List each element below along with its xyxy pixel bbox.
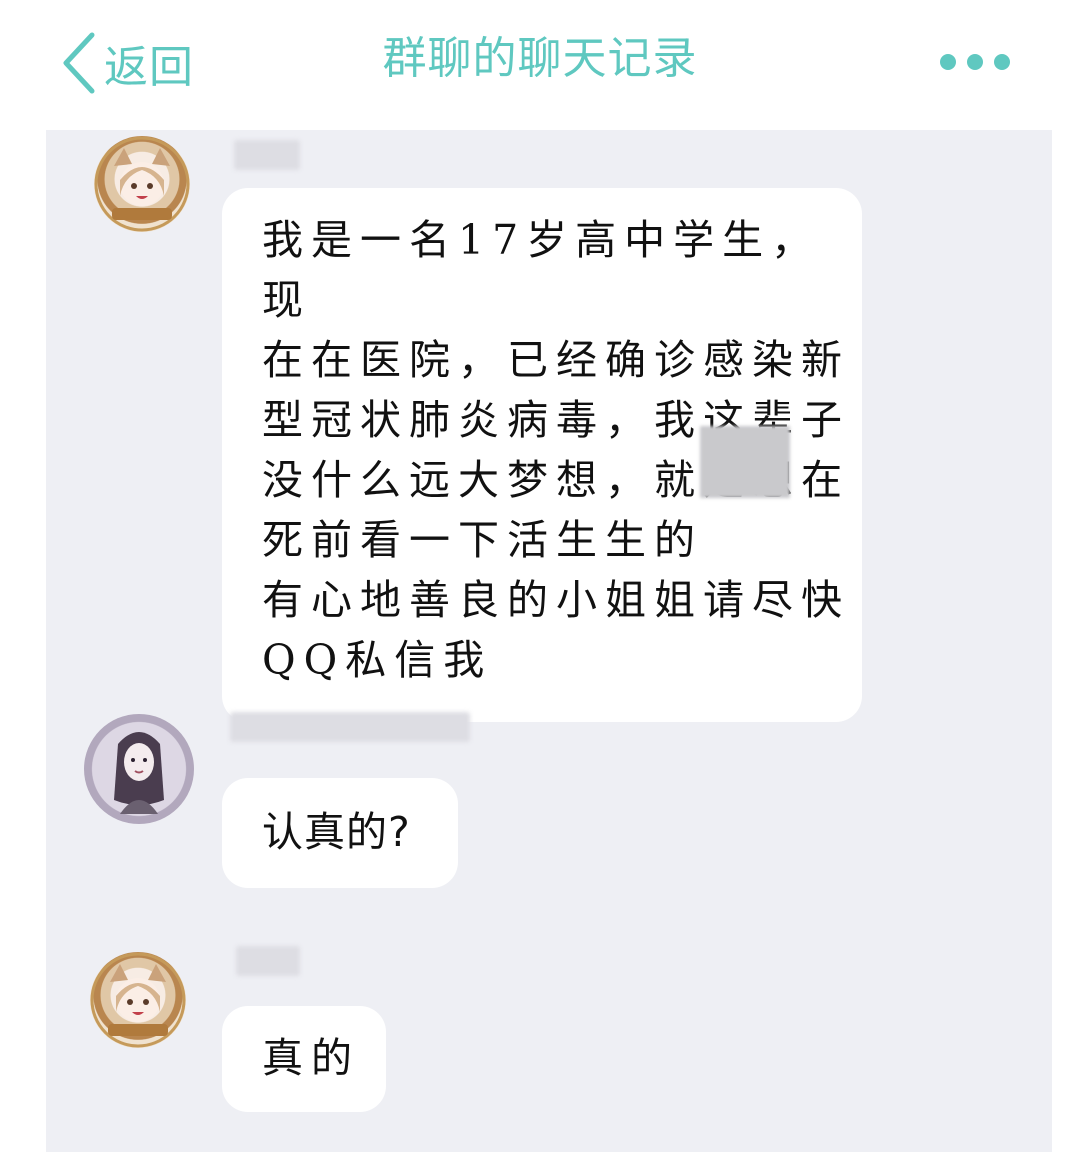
message-bubble[interactable]: 认真的? [222,778,458,888]
chat-message-list[interactable]: 我是一名17岁高中学生，现 在在医院，已经确诊感染新 型冠状肺炎病毒，我这辈子 … [46,130,1052,1152]
avatar-portrait-icon [90,952,186,1048]
message-bubble[interactable]: 真的 [222,1006,386,1112]
message-bubble[interactable]: 我是一名17岁高中学生，现 在在医院，已经确诊感染新 型冠状肺炎病毒，我这辈子 … [222,188,862,722]
message-text: 真的 [262,1034,360,1082]
more-dots-icon [940,54,956,70]
anime-cat-girl-avatar[interactable] [90,952,186,1048]
more-dot [967,54,983,70]
message-text: 认真的? [262,808,411,856]
sender-name-redacted [230,712,470,742]
avatar-portrait-icon [94,136,190,232]
anime-girl-avatar[interactable] [84,714,194,824]
chat-history-screen: 返回 群聊的聊天记录 我是一名17岁高中学生，现 在在医院，已经确诊感染新 型冠… [0,0,1080,1152]
more-options-button[interactable] [940,48,1010,76]
nav-header: 返回 群聊的聊天记录 [0,0,1080,130]
anime-cat-girl-avatar[interactable] [94,136,190,232]
page-title: 群聊的聊天记录 [382,33,698,84]
more-dot [994,54,1010,70]
mosaic-redaction [700,426,790,498]
sender-name-redacted [236,946,300,976]
avatar-portrait-icon [114,732,164,814]
sender-name-redacted [234,140,300,170]
